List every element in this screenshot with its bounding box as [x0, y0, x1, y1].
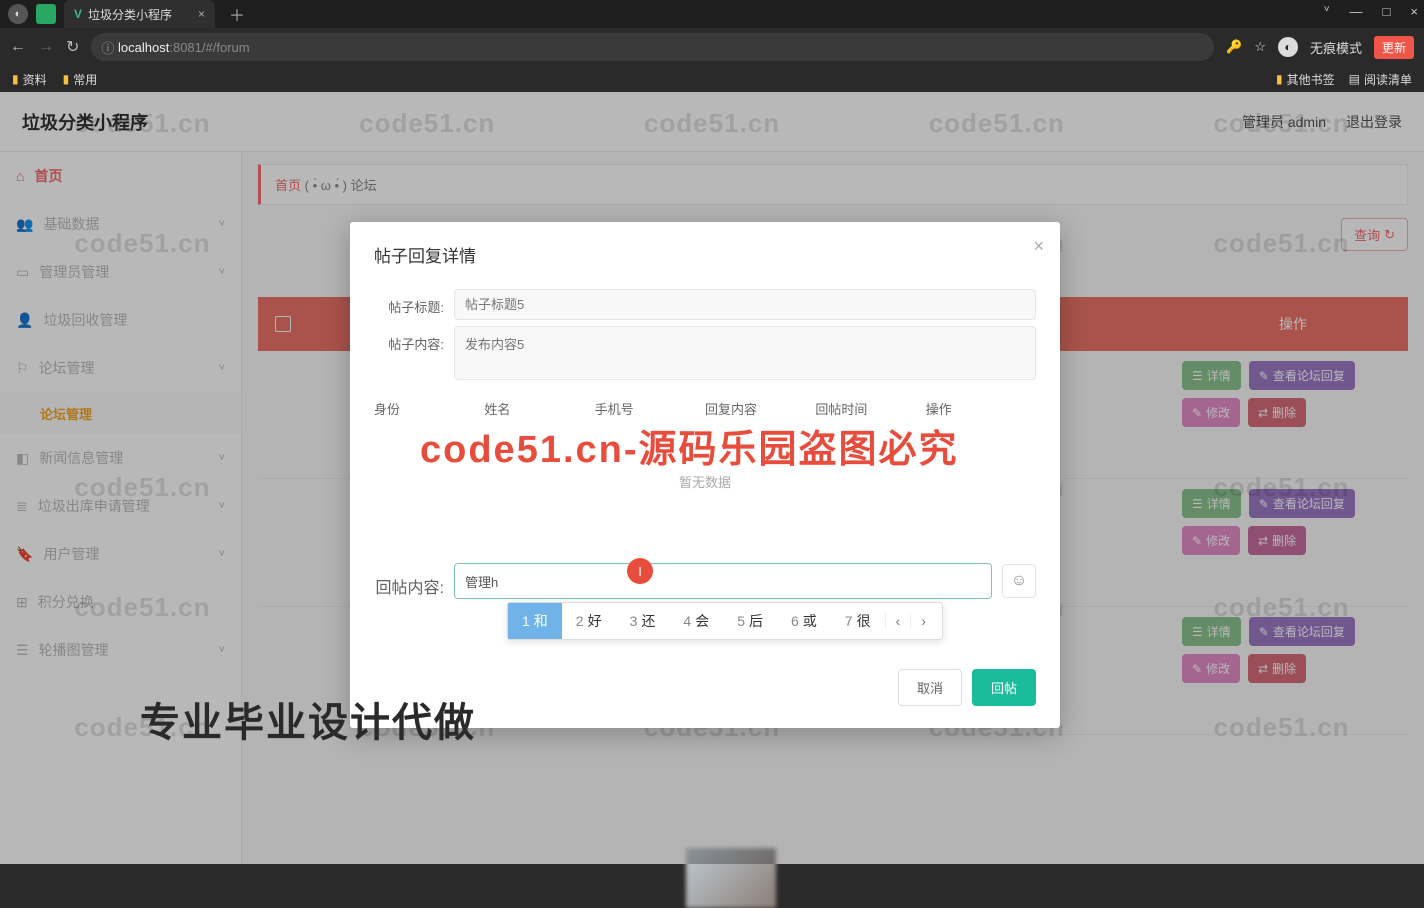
url-host: localhost	[118, 40, 169, 55]
url-port: :8081	[169, 40, 202, 55]
incognito-label: 无痕模式	[1310, 38, 1362, 57]
tab-bar: ◐ V 垃圾分类小程序 × ＋ ˅ — □ ×	[0, 0, 1424, 28]
app-page: 垃圾分类小程序 管理员 admin 退出登录 ⌂首页 👥基础数据˅ ▭管理员管理…	[0, 92, 1424, 864]
col-phone: 手机号	[595, 399, 705, 418]
close-window-button[interactable]: ×	[1410, 4, 1418, 19]
bookmark-folder-2[interactable]: ▮常用	[63, 71, 98, 88]
modal-footer: 取消 回帖	[374, 669, 1036, 706]
empty-placeholder: 暂无数据	[374, 424, 1036, 539]
forward-button[interactable]: →	[38, 38, 54, 56]
emoji-button[interactable]: ☺	[1002, 564, 1036, 598]
ime-candidate[interactable]: 7很	[831, 603, 885, 639]
reload-button[interactable]: ↻	[66, 37, 79, 57]
toolbar-right: 🔑 ☆ ◐ 无痕模式 更新	[1226, 36, 1414, 59]
cancel-button[interactable]: 取消	[898, 669, 962, 706]
bookmark-folder-1[interactable]: ▮资料	[12, 71, 47, 88]
folder-icon: ▮	[1276, 72, 1283, 86]
reply-detail-modal: 帖子回复详情 × 帖子标题: 帖子内容: 身份 姓名 手机号 回复内容 回帖时间…	[350, 222, 1060, 728]
browser-chrome: ◐ V 垃圾分类小程序 × ＋ ˅ — □ × ← → ↻ ⓘ localhos…	[0, 0, 1424, 92]
ime-candidate[interactable]: 2好	[562, 603, 616, 639]
modal-close-button[interactable]: ×	[1033, 236, 1044, 257]
reply-table-header: 身份 姓名 手机号 回复内容 回帖时间 操作	[374, 393, 1036, 424]
readinglist-icon: ▤	[1349, 72, 1360, 86]
minimize-button[interactable]: —	[1350, 4, 1363, 19]
browser-logo-icon: ◐	[8, 4, 28, 24]
ime-cursor-icon: I	[627, 558, 653, 584]
key-icon[interactable]: 🔑	[1226, 39, 1242, 55]
bookmarks-bar: ▮资料 ▮常用 ▮其他书签 ▤阅读清单	[0, 66, 1424, 92]
post-content-input[interactable]	[454, 326, 1036, 380]
ime-candidate[interactable]: 5后	[723, 603, 777, 639]
reading-list[interactable]: ▤阅读清单	[1349, 71, 1412, 88]
vue-favicon-icon: V	[74, 7, 82, 21]
maximize-button[interactable]: □	[1383, 4, 1391, 19]
ime-candidate[interactable]: 1和	[508, 603, 562, 639]
window-controls: ˅ — □ ×	[1324, 4, 1418, 19]
folder-icon: ▮	[12, 72, 19, 86]
col-time: 回帖时间	[815, 399, 925, 418]
post-title-label: 帖子标题:	[374, 289, 444, 316]
other-bookmarks[interactable]: ▮其他书签	[1276, 71, 1335, 88]
col-ops: 操作	[926, 399, 1036, 418]
tabs-dropdown-icon[interactable]: ˅	[1324, 4, 1330, 19]
reply-content-label: 回帖内容:	[374, 564, 444, 598]
reply-input[interactable]	[465, 574, 981, 589]
submit-button[interactable]: 回帖	[972, 669, 1036, 706]
ime-prev-button[interactable]: ‹	[885, 613, 911, 629]
modal-title: 帖子回复详情	[374, 242, 1036, 267]
incognito-icon: ◐	[1278, 37, 1298, 57]
url-path: /#/forum	[202, 40, 250, 55]
col-reply: 回复内容	[705, 399, 815, 418]
new-tab-button[interactable]: ＋	[229, 2, 245, 26]
app-tab-icon	[36, 4, 56, 24]
post-title-input[interactable]	[454, 289, 1036, 320]
ime-candidate[interactable]: 6或	[777, 603, 831, 639]
col-name: 姓名	[484, 399, 594, 418]
bookmark-star-icon[interactable]: ☆	[1254, 39, 1266, 55]
tab-title: 垃圾分类小程序	[88, 6, 172, 23]
folder-icon: ▮	[63, 72, 70, 86]
browser-tab[interactable]: V 垃圾分类小程序 ×	[64, 0, 215, 28]
site-info-icon[interactable]: ⓘ	[101, 38, 114, 57]
url-input[interactable]: ⓘ localhost :8081 /#/forum	[91, 33, 1214, 61]
address-bar: ← → ↻ ⓘ localhost :8081 /#/forum 🔑 ☆ ◐ 无…	[0, 28, 1424, 66]
close-tab-icon[interactable]: ×	[198, 7, 205, 21]
ime-candidate-bar: 1和 2好 3还 4会 5后 6或 7很 ‹ ›	[507, 602, 943, 640]
post-content-label: 帖子内容:	[374, 326, 444, 353]
col-identity: 身份	[374, 399, 484, 418]
ime-next-button[interactable]: ›	[910, 613, 936, 629]
reply-input-wrapper: I 1和 2好 3还 4会 5后 6或 7很 ‹ ›	[454, 563, 992, 599]
back-button[interactable]: ←	[10, 38, 26, 56]
update-button[interactable]: 更新	[1374, 36, 1414, 59]
ime-candidate[interactable]: 4会	[669, 603, 723, 639]
ime-candidate[interactable]: 3还	[616, 603, 670, 639]
